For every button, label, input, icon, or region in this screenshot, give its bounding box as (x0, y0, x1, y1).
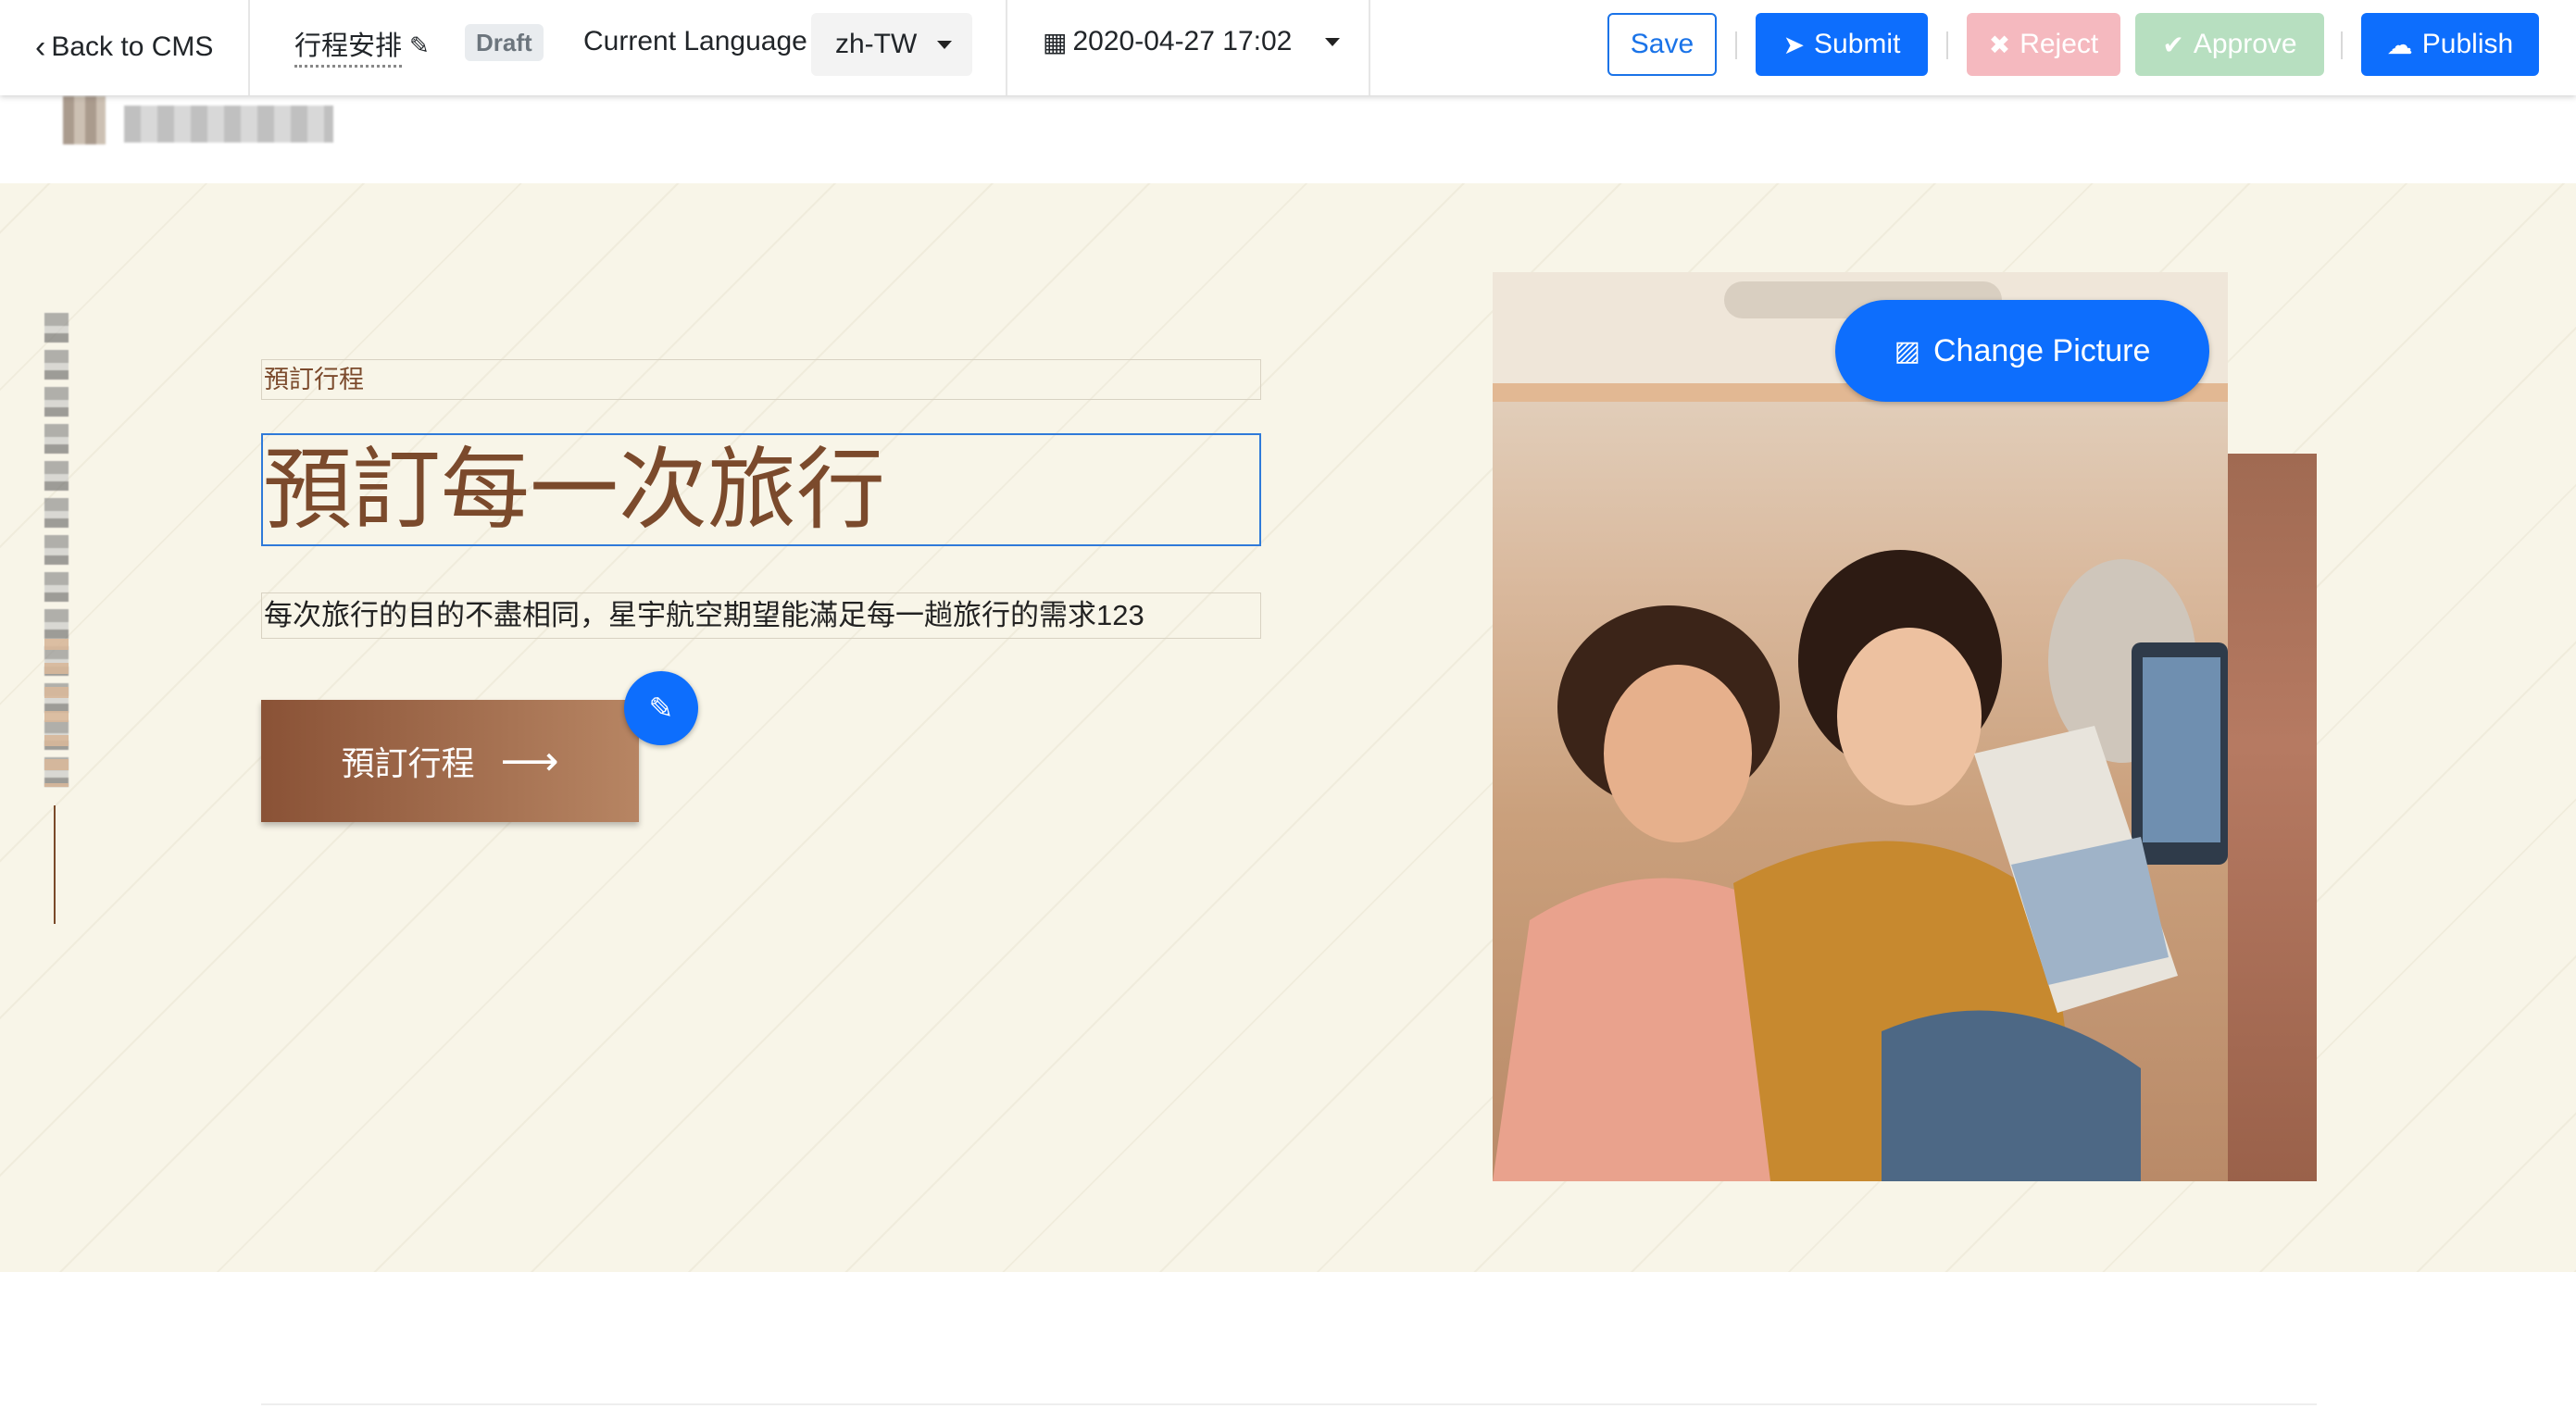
button-separator (1946, 31, 1948, 59)
edit-button[interactable]: ✎ (624, 671, 698, 745)
approve-label: Approve (2193, 29, 2297, 59)
x-icon: ✖ (1988, 30, 2011, 59)
book-trip-button[interactable]: 預訂行程 ⟶ (261, 700, 639, 822)
section-divider (261, 1403, 2317, 1405)
site-logo (63, 96, 341, 148)
image-icon: ▨ (1894, 335, 1920, 367)
hero-section: 預訂行程 預訂每一次旅行 每次旅行的目的不盡相同，星宇航空期望能滿足每一趟旅行的… (0, 183, 2576, 1272)
chevron-left-icon: ‹ (35, 29, 46, 65)
editor-toolbar: ‹ Back to CMS 行程安排 ✎ Draft Current Langu… (0, 0, 2576, 95)
datetime-value: 2020-04-27 17:02 (1072, 26, 1293, 56)
caret-down-icon (937, 40, 952, 49)
publish-label: Publish (2421, 29, 2514, 59)
save-label: Save (1630, 29, 1694, 59)
decorative-bronze-panel (2226, 454, 2317, 1181)
side-divider-line (54, 805, 56, 924)
calendar-icon: ▦ (1043, 27, 1068, 56)
logo-mark (63, 96, 106, 144)
check-icon: ✔ (2162, 30, 2184, 59)
arrow-right-icon: ⟶ (500, 738, 559, 784)
datetime-picker[interactable]: ▦ 2020-04-27 17:02 (1043, 26, 1341, 57)
toolbar-divider (1006, 0, 1007, 95)
save-button[interactable]: Save (1607, 13, 1717, 76)
book-trip-label: 預訂行程 (341, 744, 475, 782)
change-picture-label: Change Picture (1932, 332, 2151, 368)
side-vertical-text-accent (44, 639, 69, 787)
approve-button[interactable]: ✔ Approve (2135, 13, 2324, 76)
hero-description-field[interactable]: 每次旅行的目的不盡相同，星宇航空期望能滿足每一趟旅行的需求123 (261, 592, 1261, 639)
back-to-cms-link[interactable]: ‹ Back to CMS (35, 26, 213, 69)
hero-kicker-field[interactable]: 預訂行程 (261, 359, 1261, 400)
page-name-editable[interactable]: 行程安排 ✎ (294, 24, 430, 68)
language-value: zh-TW (835, 29, 918, 59)
status-badge: Draft (465, 24, 544, 61)
hero-photo (1493, 272, 2228, 1181)
page-name: 行程安排 (294, 24, 403, 68)
submit-button[interactable]: ➤ Submit (1756, 13, 1928, 76)
cabin-passengers-illustration (1493, 272, 2228, 1181)
language-select[interactable]: zh-TW (811, 13, 972, 76)
pencil-icon: ✎ (648, 692, 674, 725)
cloud-upload-icon: ☁ (2386, 30, 2413, 59)
logo-wordmark (124, 106, 333, 143)
hero-title-field[interactable]: 預訂每一次旅行 (261, 433, 1261, 546)
reject-label: Reject (2020, 29, 2099, 59)
submit-label: Submit (1814, 29, 1901, 59)
current-language-label: Current Language (583, 26, 807, 56)
publish-button[interactable]: ☁ Publish (2361, 13, 2539, 76)
toolbar-divider (1369, 0, 1370, 95)
reject-button[interactable]: ✖ Reject (1967, 13, 2120, 76)
button-separator (1735, 31, 1737, 59)
paper-plane-icon: ➤ (1782, 30, 1806, 59)
change-picture-button[interactable]: ▨ Change Picture (1835, 300, 2209, 402)
button-separator (2341, 31, 2343, 59)
toolbar-divider (248, 0, 250, 95)
caret-down-icon (1325, 37, 1341, 46)
back-to-cms-label: Back to CMS (51, 31, 214, 62)
pencil-icon: ✎ (409, 31, 430, 59)
